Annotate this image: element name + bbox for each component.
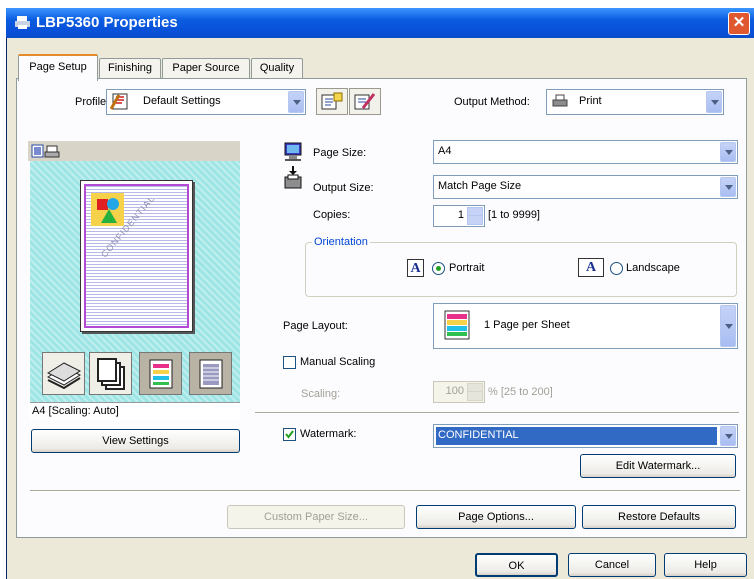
printer-icon xyxy=(552,94,568,107)
scaling-range: % [25 to 200] xyxy=(488,386,553,398)
output-method-value: Print xyxy=(579,95,602,107)
color-page-button[interactable] xyxy=(139,352,182,395)
output-method-label: Output Method: xyxy=(454,96,530,108)
chevron-down-icon[interactable] xyxy=(706,91,722,113)
copies-value: 1 xyxy=(457,209,464,221)
orientation-label: Orientation xyxy=(312,236,370,248)
edit-watermark-button[interactable]: Edit Watermark... xyxy=(580,454,736,478)
tab-quality[interactable]: Quality xyxy=(251,58,303,79)
landscape-label[interactable]: Landscape xyxy=(626,262,680,274)
output-method-select[interactable]: Print xyxy=(546,89,724,115)
watermark-select[interactable]: CONFIDENTIAL xyxy=(433,424,738,448)
page-size-label: Page Size: xyxy=(313,147,367,159)
landscape-icon: A xyxy=(578,258,604,277)
profile-label: Profile: xyxy=(75,96,110,108)
edit-profile-icon xyxy=(354,93,376,110)
output-size-label: Output Size: xyxy=(313,182,374,194)
ok-button[interactable]: OK xyxy=(475,553,558,577)
scaling-down-button[interactable] xyxy=(467,391,483,401)
preview-mode-icon[interactable] xyxy=(31,144,61,159)
view-settings-button[interactable]: View Settings xyxy=(31,429,240,453)
close-button[interactable]: ✕ xyxy=(728,12,750,35)
page-layout-label: Page Layout: xyxy=(283,320,348,332)
copies-label: Copies: xyxy=(313,209,351,221)
custom-paper-size-button[interactable]: Custom Paper Size... xyxy=(227,505,405,529)
page-layout-value: 1 Page per Sheet xyxy=(484,319,570,331)
watermark-checkbox[interactable] xyxy=(283,428,296,441)
edit-profile-button[interactable] xyxy=(349,88,381,115)
portrait-icon: A xyxy=(407,259,424,277)
portrait-radio-dot xyxy=(436,266,441,271)
preview-page: CONFIDENTIAL xyxy=(80,180,193,332)
divider xyxy=(30,490,740,492)
page-layout-select[interactable]: 1 Page per Sheet xyxy=(433,303,738,349)
window-title: LBP5360 Properties xyxy=(36,14,178,31)
page-size-select[interactable]: A4 xyxy=(433,140,738,164)
scaling-label: Scaling: xyxy=(301,388,341,400)
manual-scaling-label[interactable]: Manual Scaling xyxy=(300,356,375,368)
preview-image-icon xyxy=(91,193,124,226)
grayscale-page-button[interactable] xyxy=(189,352,232,395)
tab-paper-source[interactable]: Paper Source xyxy=(162,58,250,79)
chevron-down-icon[interactable] xyxy=(720,177,736,197)
restore-defaults-button[interactable]: Restore Defaults xyxy=(582,505,736,529)
preview-status-text: A4 [Scaling: Auto] xyxy=(32,405,119,417)
help-button[interactable]: Help xyxy=(664,553,747,577)
profile-select[interactable]: Default Settings xyxy=(106,89,306,115)
page-size-icon xyxy=(284,142,302,161)
chevron-down-icon[interactable] xyxy=(720,142,736,162)
output-size-value: Match Page Size xyxy=(438,180,522,192)
page-options-button[interactable]: Page Options... xyxy=(416,505,576,529)
chevron-down-icon[interactable] xyxy=(720,426,736,446)
copies-down-button[interactable] xyxy=(467,215,483,225)
portrait-radio[interactable] xyxy=(432,262,445,275)
portrait-label[interactable]: Portrait xyxy=(449,262,484,274)
output-size-icon xyxy=(284,166,302,189)
copies-stepper[interactable]: 1 xyxy=(433,205,485,227)
output-size-select[interactable]: Match Page Size xyxy=(433,175,738,199)
page-layout-icon xyxy=(444,310,470,340)
printer-app-icon xyxy=(15,16,30,29)
color-page-icon xyxy=(149,359,173,389)
add-profile-icon xyxy=(321,92,343,110)
landscape-radio[interactable] xyxy=(610,262,623,275)
paper-stack-button[interactable] xyxy=(42,352,85,395)
watermark-value: CONFIDENTIAL xyxy=(438,429,519,441)
cancel-button[interactable]: Cancel xyxy=(568,553,656,577)
profile-icon xyxy=(110,93,128,110)
divider xyxy=(255,412,739,414)
chevron-down-icon[interactable] xyxy=(720,305,736,347)
page-copies-button[interactable] xyxy=(89,352,132,395)
copies-range: [1 to 9999] xyxy=(488,209,540,221)
preview-status-bar: A4 [Scaling: Auto] xyxy=(30,402,240,420)
grayscale-page-icon xyxy=(199,359,223,389)
page-copies-icon xyxy=(97,358,125,390)
scaling-stepper[interactable]: 100 xyxy=(433,381,485,403)
add-profile-button[interactable] xyxy=(316,88,348,115)
checkmark-icon xyxy=(285,430,294,439)
watermark-label[interactable]: Watermark: xyxy=(300,428,356,440)
tab-page-setup[interactable]: Page Setup xyxy=(18,54,98,81)
manual-scaling-checkbox[interactable] xyxy=(283,356,296,369)
title-bar[interactable]: LBP5360 Properties ✕ xyxy=(6,8,754,38)
tab-finishing[interactable]: Finishing xyxy=(99,58,161,79)
chevron-down-icon[interactable] xyxy=(288,91,304,113)
page-size-value: A4 xyxy=(438,145,452,157)
scaling-value: 100 xyxy=(445,385,464,397)
paper-stack-icon xyxy=(46,362,82,389)
profile-value: Default Settings xyxy=(143,95,221,107)
